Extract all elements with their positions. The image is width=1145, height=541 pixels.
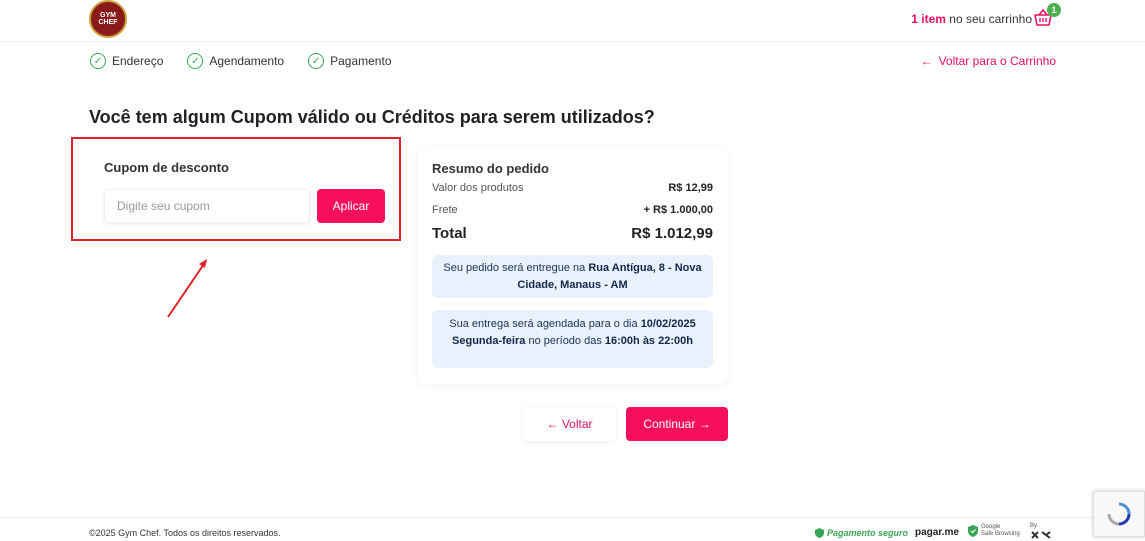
page-title: Você tem algum Cupom válido ou Créditos … — [89, 107, 655, 127]
gym-chef-logo[interactable]: GYM CHEF — [89, 0, 127, 38]
back-to-cart-label: Voltar para o Carrinho — [938, 54, 1056, 68]
schedule-info-box: Sua entrega será agendada para o dia 10/… — [432, 310, 713, 368]
pagarme-logo: pagar.me — [915, 527, 959, 538]
coupon-input[interactable] — [104, 189, 310, 223]
coupon-label: Cupom de desconto — [104, 160, 229, 175]
check-circle-icon: ✓ — [187, 53, 204, 69]
arrow-right-icon: → — [698, 417, 711, 431]
back-to-cart-link[interactable]: ← Voltar para o Carrinho — [921, 54, 1056, 68]
checkout-steps: ✓ Endereço ✓ Agendamento ✓ Pagamento — [90, 53, 392, 69]
cart-count: 1 item — [911, 12, 946, 26]
google-line1: Google — [981, 524, 1001, 530]
total-row: Total R$ 1.012,99 — [432, 225, 713, 242]
apply-coupon-button[interactable]: Aplicar — [317, 189, 385, 223]
arrow-left-icon: ← — [920, 54, 933, 68]
products-label: Valor dos produtos — [432, 182, 524, 194]
check-circle-icon: ✓ — [90, 53, 106, 69]
step-agendamento[interactable]: ✓ Agendamento — [187, 53, 284, 69]
delivery-info-box: Seu pedido será entregue na Rua Antígua,… — [432, 255, 713, 298]
check-circle-icon: ✓ — [308, 53, 325, 69]
schedule-time: 16:00h às 22:00h — [604, 335, 693, 348]
shipping-row: Frete + R$ 1.000,00 — [432, 204, 713, 216]
recaptcha-icon — [1107, 502, 1131, 526]
shipping-label: Frete — [432, 204, 458, 216]
partner-logo-icon — [1031, 531, 1051, 539]
continue-label: Continuar — [643, 417, 696, 431]
cart-suffix: no seu carrinho — [945, 12, 1032, 26]
secure-label: Pagamento seguro — [827, 528, 909, 538]
back-label: Voltar — [561, 417, 593, 431]
by-badge: By — [1030, 523, 1052, 541]
total-value: R$ 1.012,99 — [631, 225, 713, 242]
secure-payment-badge: Pagamento seguro — [815, 528, 908, 538]
products-row: Valor dos produtos R$ 12,99 — [432, 182, 713, 194]
top-header: GYM CHEF 1 item no seu carrinho 1 — [0, 0, 1145, 42]
copyright-text: ©2025 Gym Chef. Todos os direitos reserv… — [89, 528, 281, 538]
schedule-mid: no período das — [525, 335, 605, 348]
summary-title: Resumo do pedido — [432, 161, 549, 176]
shipping-value: + R$ 1.000,00 — [643, 204, 713, 216]
back-button[interactable]: ← Voltar — [523, 407, 616, 441]
recaptcha-badge[interactable] — [1093, 491, 1145, 537]
delivery-prefix: Seu pedido será entregue na — [443, 262, 589, 274]
logo-text: GYM CHEF — [98, 12, 118, 26]
step-label: Agendamento — [209, 54, 285, 68]
annotation-arrow-icon — [167, 259, 207, 318]
google-line2: Safe Browsing — [981, 530, 1020, 537]
total-label: Total — [432, 225, 467, 242]
footer: ©2025 Gym Chef. Todos os direitos reserv… — [0, 517, 1145, 541]
step-label: Endereço — [112, 54, 164, 68]
step-endereco[interactable]: ✓ Endereço — [90, 53, 163, 69]
by-label: By — [1030, 523, 1038, 529]
cart-summary-text[interactable]: 1 item no seu carrinho — [911, 12, 1032, 26]
products-value: R$ 12,99 — [668, 182, 713, 194]
arrow-left-icon: ← — [546, 417, 559, 431]
order-summary-card: Resumo do pedido Valor dos produtos R$ 1… — [418, 148, 728, 384]
shield-icon — [815, 528, 824, 538]
shield-check-icon — [968, 524, 978, 537]
cart-badge: 1 — [1047, 3, 1061, 17]
step-pagamento[interactable]: ✓ Pagamento — [308, 53, 392, 69]
google-safe-browsing-badge: Google Safe Browsing — [968, 524, 1020, 537]
schedule-prefix: Sua entrega será agendada para o dia — [449, 318, 641, 330]
continue-button[interactable]: Continuar → — [626, 407, 728, 441]
step-label: Pagamento — [330, 54, 392, 68]
